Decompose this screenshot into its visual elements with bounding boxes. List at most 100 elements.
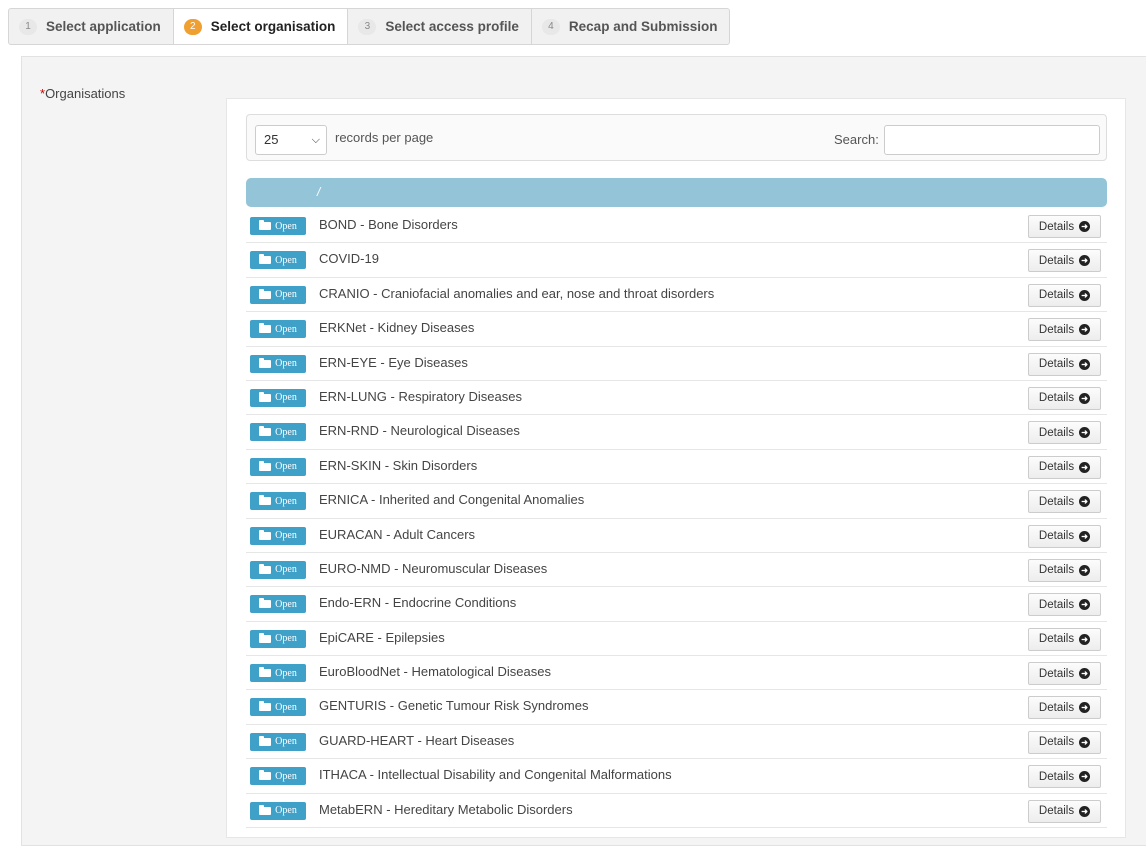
open-button[interactable]: Open bbox=[250, 801, 306, 820]
details-button[interactable]: Details ➜ bbox=[1028, 490, 1101, 514]
details-button-label: Details bbox=[1038, 530, 1075, 543]
circle-arrow-right-icon: ➜ bbox=[1079, 771, 1091, 783]
step-recap-submission[interactable]: 4 Recap and Submission bbox=[532, 9, 730, 44]
details-button[interactable]: Details ➜ bbox=[1028, 352, 1101, 376]
open-button[interactable]: Open bbox=[250, 560, 306, 579]
open-button[interactable]: Open bbox=[250, 388, 306, 407]
details-button[interactable]: Details ➜ bbox=[1028, 455, 1101, 479]
organisation-name: EpiCARE - Epilepsies bbox=[319, 629, 445, 645]
open-button[interactable]: Open bbox=[250, 664, 306, 683]
search-input[interactable] bbox=[884, 125, 1100, 155]
details-button[interactable]: Details ➜ bbox=[1028, 593, 1101, 617]
table-row: Open GUARD-HEART - Heart Diseases Details ➜ bbox=[246, 725, 1107, 760]
details-button-label: Details bbox=[1038, 392, 1075, 405]
organisation-name: ERN-EYE - Eye Diseases bbox=[319, 354, 468, 370]
details-button-label: Details bbox=[1038, 770, 1075, 783]
organisation-name: MetabERN - Hereditary Metabolic Disorder… bbox=[319, 801, 573, 817]
folder-open-icon bbox=[259, 667, 272, 678]
table-row: Open ERN-EYE - Eye Diseases Details ➜ bbox=[246, 347, 1107, 381]
organisation-name: EURO-NMD - Neuromuscular Diseases bbox=[319, 560, 548, 576]
details-button[interactable]: Details ➜ bbox=[1028, 558, 1101, 582]
circle-arrow-right-icon: ➜ bbox=[1079, 324, 1091, 336]
open-button[interactable]: Open bbox=[250, 285, 306, 304]
folder-open-icon bbox=[259, 391, 272, 402]
open-button[interactable]: Open bbox=[250, 698, 306, 717]
circle-arrow-right-icon: ➜ bbox=[1079, 633, 1091, 645]
table-row: Open GENTURIS - Genetic Tumour Risk Syndr… bbox=[246, 690, 1107, 725]
organisation-name: GUARD-HEART - Heart Diseases bbox=[319, 732, 515, 748]
details-button[interactable]: Details ➜ bbox=[1028, 799, 1101, 823]
folder-open-icon bbox=[259, 563, 272, 574]
details-button-label: Details bbox=[1038, 495, 1075, 508]
step-select-organisation[interactable]: 2 Select organisation bbox=[173, 9, 349, 44]
circle-arrow-right-icon: ➜ bbox=[1079, 496, 1091, 508]
details-button[interactable]: Details ➜ bbox=[1028, 283, 1101, 307]
step-select-application[interactable]: 1 Select application bbox=[9, 9, 174, 44]
open-button-label: Open bbox=[275, 633, 297, 645]
details-button[interactable]: Details ➜ bbox=[1028, 421, 1101, 445]
organisation-name: ITHACA - Intellectual Disability and Con… bbox=[319, 767, 672, 783]
details-button-label: Details bbox=[1038, 805, 1075, 818]
open-button-label: Open bbox=[275, 564, 297, 576]
open-button[interactable]: Open bbox=[250, 320, 306, 339]
chevron-down-icon: ⌵ bbox=[311, 134, 320, 146]
details-button[interactable]: Details ➜ bbox=[1028, 215, 1101, 238]
details-button-label: Details bbox=[1038, 701, 1075, 714]
open-button[interactable]: Open bbox=[250, 767, 306, 786]
open-button[interactable]: Open bbox=[250, 457, 306, 476]
circle-arrow-right-icon: ➜ bbox=[1079, 599, 1091, 611]
folder-open-icon bbox=[259, 632, 272, 643]
details-button[interactable]: Details ➜ bbox=[1028, 696, 1101, 720]
table-row: Open CRANIO - Craniofacial anomalies and … bbox=[246, 278, 1107, 313]
folder-open-icon bbox=[259, 426, 272, 437]
open-button-label: Open bbox=[275, 667, 297, 679]
folder-open-icon bbox=[259, 357, 272, 368]
details-button[interactable]: Details ➜ bbox=[1028, 730, 1101, 754]
open-button-label: Open bbox=[275, 392, 297, 404]
folder-open-icon bbox=[259, 804, 272, 815]
circle-arrow-right-icon: ➜ bbox=[1079, 564, 1091, 576]
details-button[interactable]: Details ➜ bbox=[1028, 249, 1101, 273]
details-button-label: Details bbox=[1038, 667, 1075, 680]
table-row: Open EURACAN - Adult Cancers Details ➜ bbox=[246, 519, 1107, 553]
open-button[interactable]: Open bbox=[250, 492, 306, 511]
details-button[interactable]: Details ➜ bbox=[1028, 386, 1101, 410]
open-button-label: Open bbox=[275, 530, 297, 542]
page-size-value: 25 bbox=[264, 132, 279, 147]
details-button-label: Details bbox=[1038, 323, 1075, 336]
details-button[interactable]: Details ➜ bbox=[1028, 662, 1101, 686]
table-row: Open ERKNet - Kidney Diseases Details ➜ bbox=[246, 312, 1107, 347]
details-button[interactable]: Details ➜ bbox=[1028, 318, 1101, 342]
details-button[interactable]: Details ➜ bbox=[1028, 765, 1101, 789]
step-label: Select access profile bbox=[385, 19, 519, 34]
open-button[interactable]: Open bbox=[250, 423, 306, 442]
open-button[interactable]: Open bbox=[250, 629, 306, 648]
details-button-label: Details bbox=[1038, 358, 1075, 371]
circle-arrow-right-icon: ➜ bbox=[1079, 427, 1091, 439]
organisations-list: Open BOND - Bone Disorders Details ➜ Open COV… bbox=[246, 209, 1107, 829]
details-button[interactable]: Details ➜ bbox=[1028, 524, 1101, 548]
table-row: Open EURO-NMD - Neuromuscular Diseases Det… bbox=[246, 553, 1107, 588]
step-select-access-profile[interactable]: 3 Select access profile bbox=[348, 9, 532, 44]
open-button[interactable]: Open bbox=[250, 595, 306, 614]
circle-arrow-right-icon: ➜ bbox=[1079, 668, 1091, 680]
open-button[interactable]: Open bbox=[250, 526, 306, 545]
page-size-select[interactable]: 25 ⌵ bbox=[255, 125, 327, 155]
table-toolbar: 25 ⌵ records per page Search: bbox=[246, 114, 1107, 161]
circle-arrow-right-icon: ➜ bbox=[1079, 702, 1091, 714]
organisation-name: ERN-LUNG - Respiratory Diseases bbox=[319, 388, 522, 404]
step-number: 4 bbox=[541, 18, 560, 35]
open-button[interactable]: Open bbox=[250, 217, 306, 235]
open-button-label: Open bbox=[275, 323, 297, 335]
open-button[interactable]: Open bbox=[250, 354, 306, 373]
table-header[interactable]: / bbox=[246, 178, 1107, 207]
details-button[interactable]: Details ➜ bbox=[1028, 627, 1101, 651]
open-button-label: Open bbox=[275, 220, 297, 232]
organisation-name: BOND - Bone Disorders bbox=[319, 217, 458, 232]
open-button[interactable]: Open bbox=[250, 251, 306, 270]
organisation-name: EuroBloodNet - Hematological Diseases bbox=[319, 664, 551, 680]
folder-open-icon bbox=[259, 288, 272, 299]
open-button[interactable]: Open bbox=[250, 732, 306, 751]
open-button-label: Open bbox=[275, 254, 297, 266]
details-button-label: Details bbox=[1038, 461, 1075, 474]
